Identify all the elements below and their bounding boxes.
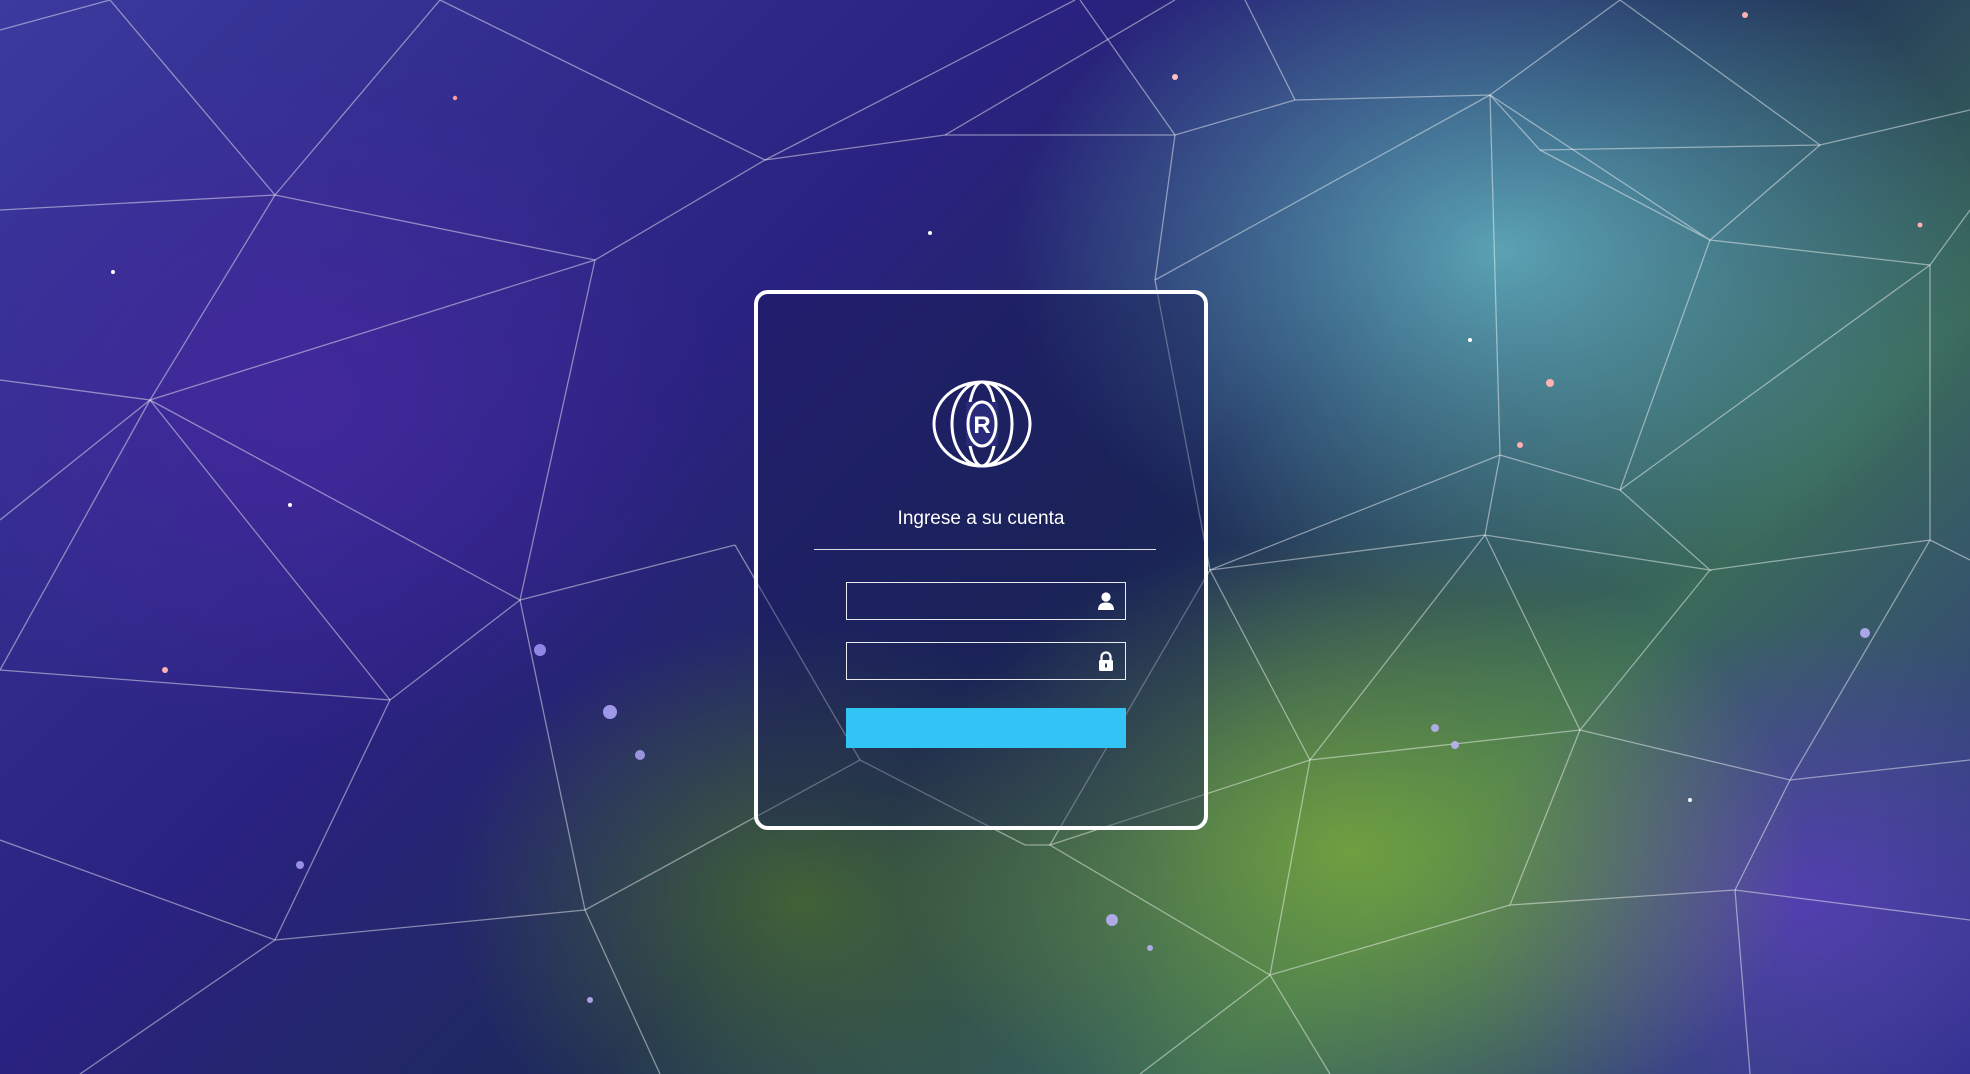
- logo-letter: R: [973, 412, 990, 439]
- user-icon: [1098, 592, 1114, 610]
- login-title: Ingrese a su cuenta: [897, 508, 1065, 529]
- password-field[interactable]: [846, 642, 1126, 680]
- password-input[interactable]: [847, 643, 1087, 679]
- globe-logo-icon: R: [932, 380, 1032, 468]
- username-field[interactable]: [846, 582, 1126, 620]
- login-submit-button[interactable]: [846, 708, 1126, 748]
- lock-icon: [1099, 651, 1113, 671]
- username-input[interactable]: [847, 583, 1087, 619]
- title-divider: [814, 549, 1156, 550]
- login-card: R Ingrese a su cuenta: [754, 290, 1208, 830]
